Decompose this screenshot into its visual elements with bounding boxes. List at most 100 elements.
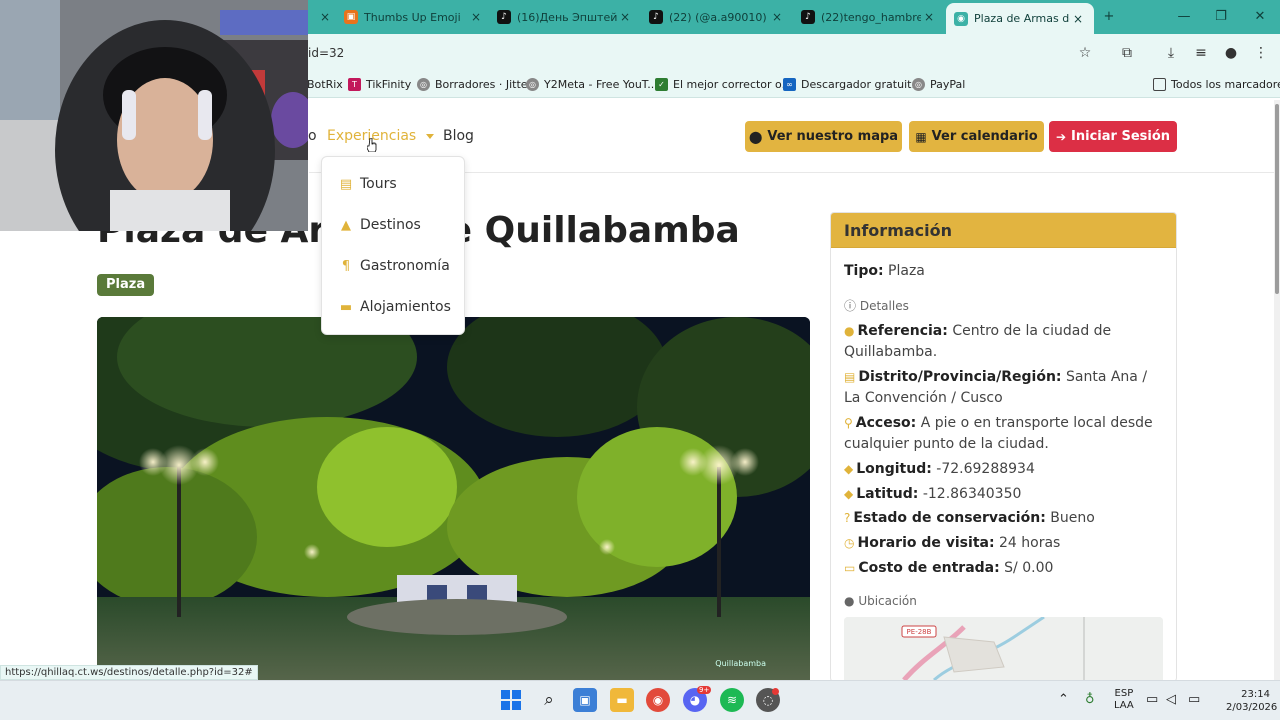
file-explorer-icon[interactable]: ▬ xyxy=(610,688,634,712)
login-label: Iniciar Sesión xyxy=(1071,129,1171,144)
spotify-icon[interactable]: ≋ xyxy=(720,688,744,712)
downloader-icon: ∞ xyxy=(783,77,796,91)
restore-button[interactable]: ❐ xyxy=(1209,6,1233,28)
info-header: Información xyxy=(831,213,1176,248)
battery-icon[interactable]: ▭ xyxy=(1188,692,1200,707)
acceso-label: Acceso: xyxy=(855,415,917,431)
money-icon: ▭ xyxy=(844,561,856,575)
store-icon[interactable]: ▣ xyxy=(573,688,597,712)
menu-item-tours[interactable]: ▤ Tours xyxy=(338,174,397,194)
language-indicator[interactable]: ESP LAA xyxy=(1114,688,1134,712)
direction-icon: ◆ xyxy=(844,487,854,501)
close-icon[interactable]: × xyxy=(468,10,484,24)
map-icon: ▤ xyxy=(339,176,353,192)
tab-active-plaza[interactable]: ◉ Plaza de Armas de Quillabamba × xyxy=(946,3,1094,34)
view-calendar-button[interactable]: ▦ Ver calendario xyxy=(909,121,1044,152)
category-badge: Plaza xyxy=(97,274,155,296)
question-icon: ? xyxy=(844,511,851,525)
close-icon[interactable]: × xyxy=(769,10,785,24)
info-ubicacion: ● Ubicación xyxy=(844,594,917,608)
tab-thumbs-up[interactable]: ▣ Thumbs Up Emoji × xyxy=(344,6,484,28)
download-icon[interactable]: ⤓ xyxy=(1161,43,1181,63)
bed-icon: ▬ xyxy=(339,299,353,315)
longitud-value: -72.69288934 xyxy=(936,461,1035,477)
menu-item-gastronomia[interactable]: ¶ Gastronomía xyxy=(338,256,450,276)
detalles-label: Detalles xyxy=(859,299,909,313)
new-tab-button[interactable]: + xyxy=(1097,6,1121,28)
bookmark-jitter[interactable]: ◎ Borradores · Jitter xyxy=(417,76,532,92)
info-tipo: Tipo: Plaza xyxy=(844,261,1164,282)
scrollbar-thumb[interactable] xyxy=(1275,104,1279,294)
nav-home-partial[interactable]: o xyxy=(308,128,317,144)
close-icon[interactable]: × xyxy=(921,10,937,24)
distrito-label: Distrito/Provincia/Región: xyxy=(858,369,1062,385)
folder-icon xyxy=(1153,77,1166,91)
login-button[interactable]: ➔ Iniciar Sesión xyxy=(1049,121,1177,152)
utensils-icon: ¶ xyxy=(341,258,351,274)
view-map-label: Ver nuestro mapa xyxy=(767,129,899,144)
tab-title: (22)tengo_hambre xyxy=(821,10,921,24)
chrome-icon[interactable]: ◉ xyxy=(646,688,670,712)
caret-down-icon xyxy=(426,133,435,139)
language-line-1: ESP xyxy=(1114,688,1134,699)
info-costo: ▭ Costo de entrada: S/ 0.00 xyxy=(844,558,1164,579)
profile-icon[interactable]: ● xyxy=(1221,43,1241,63)
info-longitud: ◆ Longitud: -72.69288934 xyxy=(844,459,1164,480)
microphone-icon[interactable]: ♁ xyxy=(1085,692,1095,707)
tab-tiktok-2[interactable]: ♪ (22) (@a.a90010) | TikTok × xyxy=(649,6,785,28)
discord-badge: 9+ xyxy=(697,686,712,694)
experiencias-dropdown: ▤ Tours ▲ Destinos ¶ Gastronomía ▬ Alojamien… xyxy=(321,156,465,335)
close-icon[interactable]: × xyxy=(617,10,633,24)
bookmark-tikfinity[interactable]: T TikFinity xyxy=(348,76,411,92)
search-icon[interactable]: ⌕ xyxy=(537,688,561,712)
tiktok-icon: ♪ xyxy=(649,10,663,24)
direction-icon: ◆ xyxy=(844,462,854,476)
bookmark-botrix[interactable]: BotRix xyxy=(307,76,343,92)
tray-chevron-icon[interactable]: ⌃ xyxy=(1058,692,1069,707)
app-icon: ▣ xyxy=(344,10,358,24)
menu-item-label: Tours xyxy=(360,176,397,192)
nav-experiencias[interactable]: Experiencias xyxy=(327,128,435,144)
extensions-icon[interactable]: ⧉ xyxy=(1117,43,1137,63)
view-map-button[interactable]: ⬤ Ver nuestro mapa xyxy=(745,121,902,152)
tab-tiktok-3[interactable]: ♪ (22)tengo_hambre × xyxy=(801,6,937,28)
bookmark-corrector[interactable]: ✓ El mejor corrector o... xyxy=(655,76,792,92)
horario-label: Horario de visita: xyxy=(857,535,995,551)
tab-tiktok-1[interactable]: ♪ (16)День Эпштейна × xyxy=(497,6,633,28)
volume-icon[interactable]: ◁ xyxy=(1166,692,1176,707)
info-distrito: ▤ Distrito/Provincia/Región: Santa Ana / … xyxy=(844,367,1164,409)
bookmark-descargador[interactable]: ∞ Descargador gratuit... xyxy=(783,76,922,92)
star-icon[interactable]: ☆ xyxy=(1075,43,1095,63)
start-button[interactable] xyxy=(499,688,523,712)
info-estado: ? Estado de conservación: Bueno xyxy=(844,508,1164,529)
info-latitud: ◆ Latitud: -12.86340350 xyxy=(844,484,1164,505)
media-icon[interactable]: ≡ xyxy=(1191,43,1211,63)
bookmark-paypal[interactable]: ◎ PayPal xyxy=(912,76,965,92)
location-map[interactable]: PE-28B xyxy=(844,617,1163,680)
menu-item-destinos[interactable]: ▲ Destinos xyxy=(338,215,421,235)
close-icon[interactable]: × xyxy=(1070,12,1086,26)
tab-close-partial[interactable]: × xyxy=(317,6,329,28)
menu-item-label: Alojamientos xyxy=(360,299,451,315)
info-circle-icon: ⓘ xyxy=(844,299,857,313)
menu-item-alojamientos[interactable]: ▬ Alojamientos xyxy=(338,297,451,317)
clock[interactable]: 23:14 2/03/2026 xyxy=(1226,688,1277,714)
referencia-label: Referencia: xyxy=(857,323,948,339)
ubicacion-label: Ubicación xyxy=(858,594,917,608)
hero-credit: Quillabamba xyxy=(715,659,766,668)
network-icon[interactable]: ▭ xyxy=(1146,692,1158,707)
close-window-button[interactable]: ✕ xyxy=(1248,6,1272,28)
view-calendar-label: Ver calendario xyxy=(931,129,1038,144)
globe-icon: ◎ xyxy=(526,77,539,91)
calendar-icon: ▦ xyxy=(915,129,927,144)
nav-blog[interactable]: Blog xyxy=(443,128,474,144)
hero-image: Quillabamba xyxy=(97,317,810,680)
globe-icon: ◉ xyxy=(954,11,968,26)
all-bookmarks[interactable]: Todos los marcadores xyxy=(1153,76,1280,92)
menu-icon[interactable]: ⋮ xyxy=(1251,43,1271,63)
minimize-button[interactable]: — xyxy=(1172,6,1196,28)
globe-icon: ◎ xyxy=(417,77,430,91)
estado-label: Estado de conservación: xyxy=(853,510,1046,526)
url-field[interactable]: id=32 xyxy=(308,46,344,60)
bookmark-y2meta[interactable]: ◎ Y2Meta - Free YouT... xyxy=(526,76,658,92)
